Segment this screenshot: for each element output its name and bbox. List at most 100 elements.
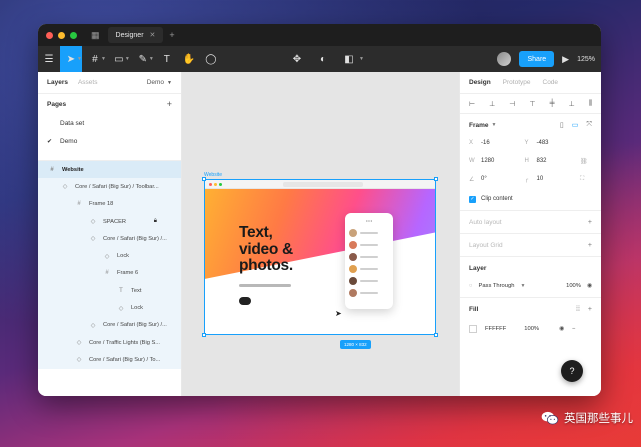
page-item-demo[interactable]: ✔ Demo xyxy=(38,132,181,150)
layer-row[interactable]: ◇ Core / Safari (Big Sur) /... xyxy=(38,316,181,334)
present-play-icon[interactable]: ▶ xyxy=(562,54,569,65)
portrait-icon[interactable]: ▯ xyxy=(560,121,564,129)
maximize-window-button[interactable] xyxy=(70,31,77,39)
styles-grid-icon[interactable]: ⁞⁞ xyxy=(576,306,580,313)
hand-tool-icon[interactable]: ✋ xyxy=(178,46,200,72)
clip-content-checkbox[interactable]: ✓ xyxy=(469,195,476,203)
x-field[interactable]: X -16 xyxy=(469,136,519,150)
alignment-toolbar: ⊢ ⊥ ⊣ ⊤ ╪ ⊥ ⫼ xyxy=(460,94,601,114)
fill-hex-field[interactable]: FFFFFF xyxy=(485,326,506,332)
tab-prototype[interactable]: Prototype xyxy=(503,79,531,86)
frame-section-title[interactable]: Frame xyxy=(469,122,489,129)
blend-mode-select[interactable]: Pass Through xyxy=(478,283,514,289)
layer-row[interactable]: # Frame 6 xyxy=(38,264,181,283)
layer-website[interactable]: # Website xyxy=(38,161,181,179)
layer-row[interactable]: ◇ Core / Safari (Big Sur) /... xyxy=(38,230,181,248)
frame-section-header: Frame ▼ ▯ ▭ ⤧ xyxy=(469,114,592,136)
y-field[interactable]: Y -483 xyxy=(525,136,575,150)
resize-handle[interactable] xyxy=(434,333,438,337)
add-fill-icon[interactable]: + xyxy=(588,306,592,313)
boolean-icon[interactable]: ◧ xyxy=(338,46,360,72)
width-field[interactable]: W 1280 xyxy=(469,154,519,168)
chevron-down-icon[interactable]: ▼ xyxy=(125,56,130,62)
resize-handle[interactable] xyxy=(434,177,438,181)
fill-color-swatch[interactable] xyxy=(469,325,477,333)
fill-opacity-field[interactable]: 100% xyxy=(524,326,539,332)
chevron-down-icon[interactable]: ▼ xyxy=(359,56,364,62)
layer-row[interactable]: ◇ Core / Traffic Lights (Big S... xyxy=(38,333,181,352)
properties-panel: Design Prototype Code ⊢ ⊥ ⊣ ⊤ ╪ ⊥ ⫼ Fram… xyxy=(459,72,601,396)
tab-code[interactable]: Code xyxy=(543,79,559,86)
close-window-button[interactable] xyxy=(46,31,53,39)
distribute-icon[interactable]: ⫼ xyxy=(589,100,592,108)
layout-grid-header[interactable]: Layout Grid + xyxy=(469,234,592,256)
fit-resize-icon[interactable]: ⤧ xyxy=(586,121,592,129)
component-icon[interactable]: ✥ xyxy=(286,46,308,72)
menu-icon[interactable]: ☰ xyxy=(38,46,60,72)
add-auto-layout-icon[interactable]: + xyxy=(588,219,592,226)
resize-handle[interactable] xyxy=(202,177,206,181)
chevron-down-icon[interactable]: ▼ xyxy=(101,56,106,62)
landscape-icon[interactable]: ▭ xyxy=(572,121,579,129)
avatar[interactable] xyxy=(497,52,512,66)
align-center-v-icon[interactable]: ╪ xyxy=(550,100,555,107)
component-instance-icon: ◇ xyxy=(76,340,82,347)
lock-icon[interactable]: 🔒︎ xyxy=(154,218,157,225)
file-browser-icon[interactable]: ▦ xyxy=(91,30,100,41)
layer-opacity-field[interactable]: 100% xyxy=(566,283,581,289)
tab-design[interactable]: Design xyxy=(469,79,491,86)
share-button[interactable]: Share xyxy=(519,51,555,67)
layer-row[interactable]: ◇ Core / Safari (Big Sur) / Toolbar... xyxy=(38,178,181,196)
tab-assets[interactable]: Assets xyxy=(78,79,98,86)
tab-layers[interactable]: Layers xyxy=(47,79,68,86)
remove-fill-icon[interactable]: − xyxy=(572,326,575,332)
new-tab-icon[interactable]: + xyxy=(169,30,174,40)
file-tab[interactable]: Designer ✕ xyxy=(107,27,164,43)
eye-icon[interactable]: ◉ xyxy=(559,326,564,332)
mask-icon[interactable]: ◐ xyxy=(312,46,334,72)
add-layout-grid-icon[interactable]: + xyxy=(588,242,592,249)
layers-panel: Layers Assets Demo ▼ Pages + Data set ✔ … xyxy=(38,72,182,396)
align-center-h-icon[interactable]: ⊥ xyxy=(489,100,495,108)
corner-radius-field[interactable]: ╭ 10 xyxy=(525,172,575,186)
frame-section: Frame ▼ ▯ ▭ ⤧ X -16 Y -483 W 1280 H 832 ⛓ ∠ 0… xyxy=(460,114,601,211)
zoom-level[interactable]: 125% xyxy=(577,56,595,63)
comment-tool-icon[interactable]: ◯ xyxy=(200,46,222,72)
frame-name-label[interactable]: Website xyxy=(204,172,222,178)
canvas[interactable]: Website Text, video & photos. • • • ➤ 12… xyxy=(182,72,459,396)
layer-row[interactable]: ◇ Lock xyxy=(38,299,181,317)
close-tab-icon[interactable]: ✕ xyxy=(150,31,156,39)
chevron-down-icon[interactable]: ▼ xyxy=(77,56,82,62)
layer-row[interactable]: # Frame 18 xyxy=(38,195,181,213)
layer-row[interactable]: ◇ Core / Safari (Big Sur) / To... xyxy=(38,351,181,369)
watermark-text: 英国那些事儿 xyxy=(564,411,633,425)
constrain-proportions-icon[interactable]: ⛓ xyxy=(580,154,592,168)
align-left-icon[interactable]: ⊢ xyxy=(469,100,475,108)
rotation-field[interactable]: ∠ 0° xyxy=(469,172,519,186)
eye-icon[interactable]: ◉ xyxy=(587,283,592,289)
clip-content-row[interactable]: ✓ Clip content xyxy=(469,194,592,210)
align-bottom-icon[interactable]: ⊥ xyxy=(569,100,575,108)
text-tool-icon[interactable]: T xyxy=(156,46,178,72)
help-button[interactable]: ? xyxy=(561,360,583,382)
chevron-down-icon[interactable]: ▼ xyxy=(492,122,497,128)
align-right-icon[interactable]: ⊣ xyxy=(509,100,515,108)
website-frame[interactable]: Text, video & photos. • • • ➤ xyxy=(202,177,438,337)
frame-icon: # xyxy=(50,166,54,173)
chevron-down-icon[interactable]: ▼ xyxy=(520,283,525,289)
add-page-icon[interactable]: + xyxy=(167,99,172,109)
minimize-window-button[interactable] xyxy=(58,31,65,39)
layer-row[interactable]: ◇ Lock xyxy=(38,247,181,265)
page-item-data-set[interactable]: Data set xyxy=(38,114,181,132)
page-selector[interactable]: Demo ▼ xyxy=(147,79,172,86)
chevron-down-icon[interactable]: ▼ xyxy=(149,56,154,62)
layer-row[interactable]: ◇ SPACER 🔒︎ xyxy=(38,212,181,231)
independent-corners-icon[interactable]: ⛶ xyxy=(580,172,592,186)
resize-handle[interactable] xyxy=(202,333,206,337)
height-field[interactable]: H 832 xyxy=(525,154,575,168)
auto-layout-header[interactable]: Auto layout + xyxy=(469,211,592,233)
layer-row[interactable]: T Text xyxy=(38,282,181,300)
layer-label: Frame 6 xyxy=(117,270,139,277)
align-top-icon[interactable]: ⊤ xyxy=(529,100,535,108)
